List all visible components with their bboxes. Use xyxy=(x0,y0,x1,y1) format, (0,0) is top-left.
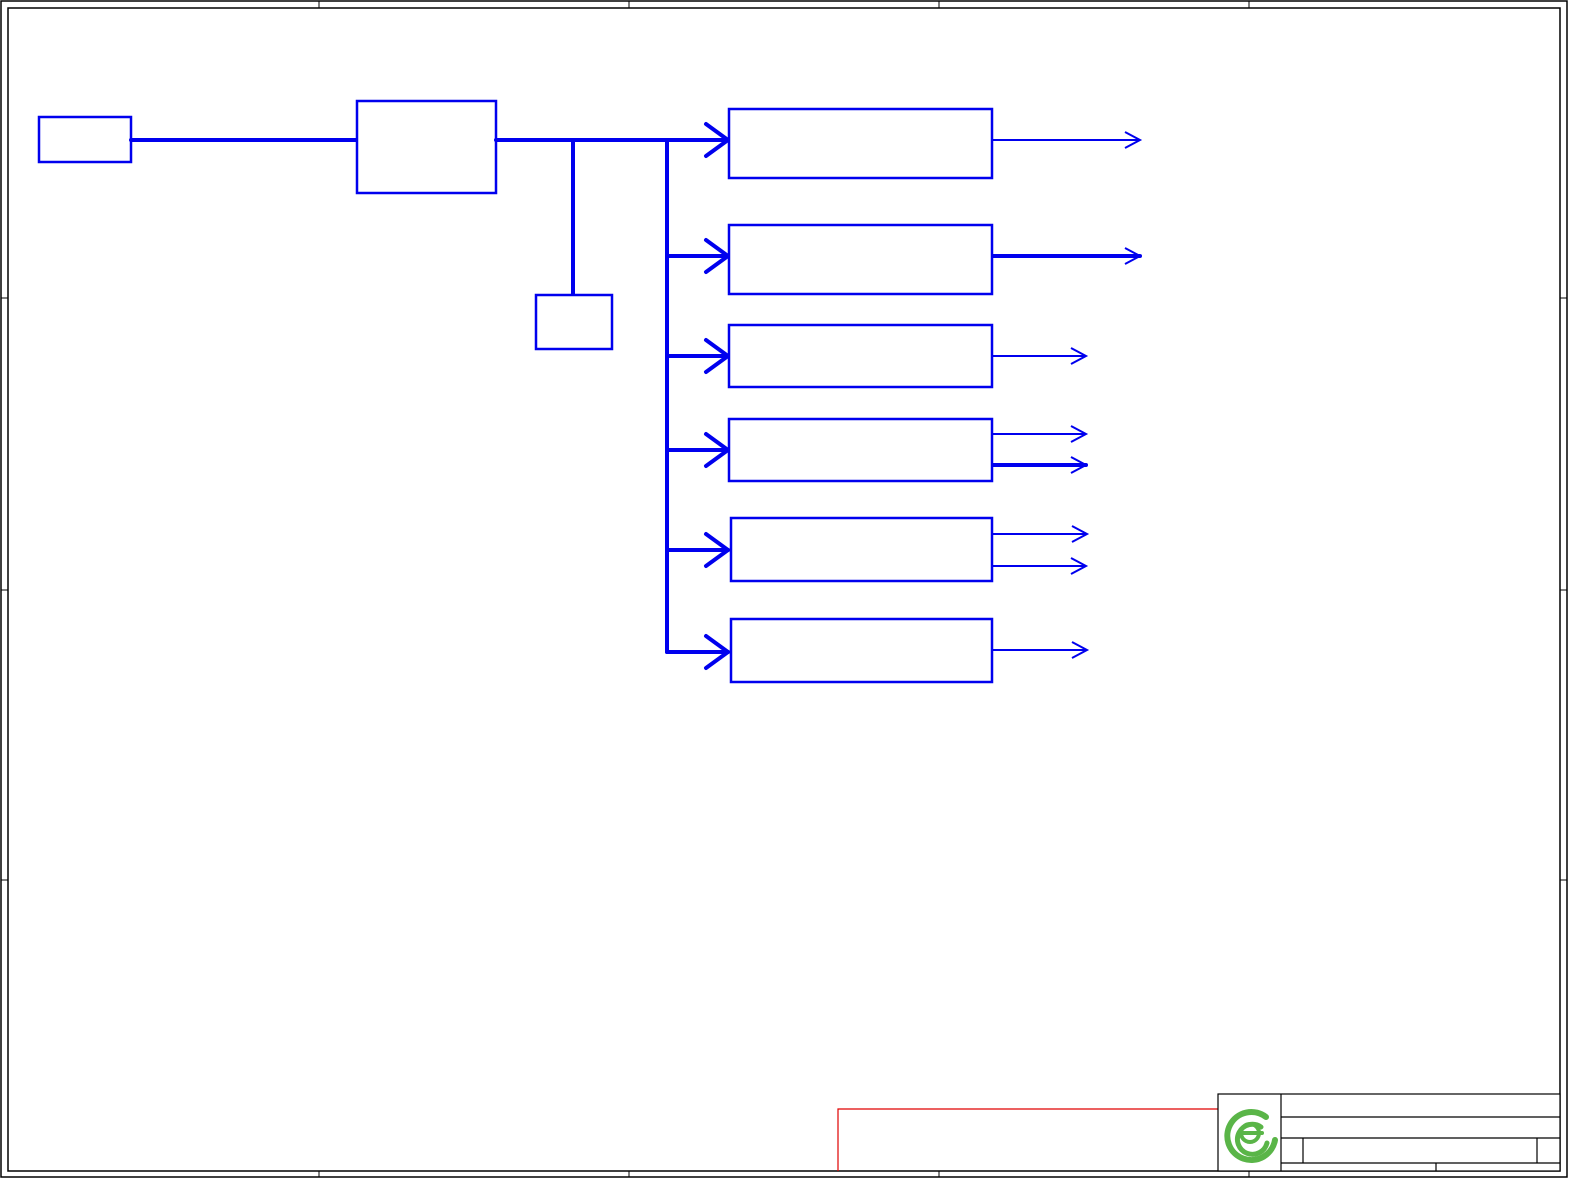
schematic-sheet xyxy=(0,0,1572,1183)
output-arrows xyxy=(991,131,1143,659)
small-block xyxy=(534,293,614,351)
note-box xyxy=(837,1108,1218,1171)
output-block-5 xyxy=(729,516,994,583)
schematic-canvas xyxy=(0,0,1568,1178)
output-block-1 xyxy=(727,107,994,180)
output-block-2 xyxy=(727,223,994,296)
output-block-4 xyxy=(727,417,994,483)
input-block xyxy=(37,115,133,164)
branch-arrows xyxy=(665,122,732,670)
output-block-3 xyxy=(727,323,994,389)
main-regulator-block xyxy=(355,99,498,195)
output-block-6 xyxy=(729,617,994,684)
title-block xyxy=(1217,1093,1561,1172)
